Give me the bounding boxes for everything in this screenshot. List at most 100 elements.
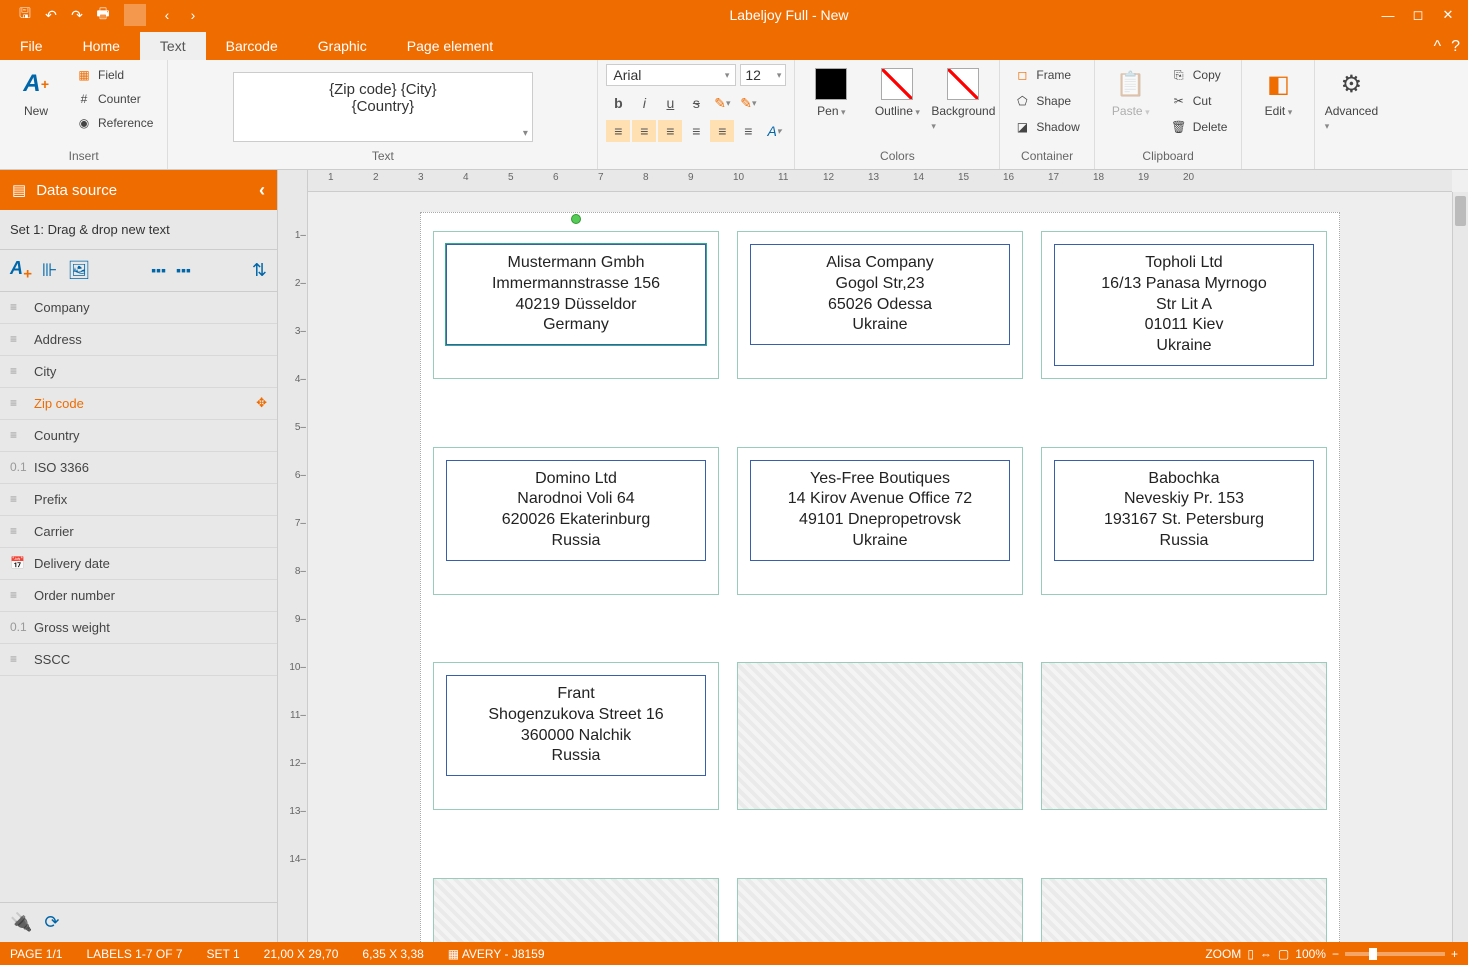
collapse-ribbon-icon[interactable]: ^	[1434, 38, 1442, 56]
vertical-scrollbar[interactable]	[1452, 192, 1468, 942]
text-template-box[interactable]: {Zip code} {City} {Country}	[233, 72, 533, 142]
zoom-slider[interactable]	[1345, 952, 1445, 956]
field-item[interactable]: ≡Order number	[0, 580, 277, 612]
italic-button[interactable]: i	[632, 92, 656, 114]
tool-barcode-icon[interactable]: ⊪	[42, 260, 58, 281]
tool-text-icon[interactable]: A+	[10, 258, 32, 283]
reference-button[interactable]: ◉Reference	[70, 112, 159, 134]
address-box[interactable]: Alisa CompanyGogol Str,2365026 OdessaUkr…	[750, 244, 1010, 345]
tool-sort-icon[interactable]: ⇅	[252, 260, 267, 281]
align-left-button[interactable]: ≡	[606, 120, 630, 142]
label-cell[interactable]: Yes-Free Boutiques14 Kirov Avenue Office…	[737, 447, 1023, 595]
copy-button[interactable]: ⎘Copy	[1165, 64, 1234, 86]
label-cell[interactable]: Alisa CompanyGogol Str,2365026 OdessaUkr…	[737, 231, 1023, 379]
new-text-button[interactable]: A+ New	[8, 64, 64, 122]
scrollbar-thumb[interactable]	[1455, 196, 1466, 226]
counter-button[interactable]: #Counter	[70, 88, 159, 110]
zoom-fit-label-icon[interactable]: ▢	[1278, 947, 1289, 961]
font-family-select[interactable]: Arial▾	[606, 64, 736, 86]
background-color-button[interactable]: Background	[935, 64, 991, 136]
shadow-button[interactable]: ◪Shadow	[1008, 116, 1085, 138]
field-item[interactable]: ≡City	[0, 356, 277, 388]
tab-home[interactable]: Home	[63, 32, 140, 60]
tab-file[interactable]: File	[0, 32, 63, 60]
print-icon[interactable]: 🖶	[92, 4, 114, 26]
close-button[interactable]: ✕	[1434, 4, 1462, 26]
font-color-button[interactable]: ✎	[736, 92, 760, 114]
sidebar-collapse-icon[interactable]: ‹	[259, 180, 265, 201]
help-icon[interactable]: ?	[1451, 38, 1460, 56]
strike-button[interactable]: s	[684, 92, 708, 114]
edit-button[interactable]: ◧Edit	[1250, 64, 1306, 122]
field-item[interactable]: 0.1ISO 3366	[0, 452, 277, 484]
zoom-fit-width-icon[interactable]: ⇔	[1260, 947, 1272, 961]
outline-color-button[interactable]: Outline	[869, 64, 925, 122]
refresh-icon[interactable]: ⟳	[44, 912, 59, 933]
address-box[interactable]: Topholi Ltd16/13 Panasa MyrnogoStr Lit A…	[1054, 244, 1314, 366]
label-cell[interactable]: FrantShogenzukova Street 16360000 Nalchi…	[433, 662, 719, 810]
label-cell[interactable]: Mustermann GmbhImmermannstrasse 15640219…	[433, 231, 719, 379]
align-middle-button[interactable]: ≡	[710, 120, 734, 142]
zoom-slider-knob[interactable]	[1369, 948, 1377, 960]
tab-page-element[interactable]: Page element	[387, 32, 513, 60]
undo-icon[interactable]: ↶	[40, 4, 62, 26]
tab-text[interactable]: Text	[140, 32, 206, 60]
align-right-button[interactable]: ≡	[658, 120, 682, 142]
text-effects-button[interactable]: A	[762, 120, 786, 142]
address-box[interactable]: Domino LtdNarodnoi Voli 64620026 Ekateri…	[446, 460, 706, 561]
shape-button[interactable]: ⬠Shape	[1008, 90, 1085, 112]
bold-button[interactable]: b	[606, 92, 630, 114]
label-cell[interactable]: BabochkaNeveskiy Pr. 153193167 St. Peter…	[1041, 447, 1327, 595]
rotate-handle[interactable]	[571, 214, 581, 224]
align-top-button[interactable]: ≡	[684, 120, 708, 142]
label-cell[interactable]	[433, 878, 719, 943]
field-item[interactable]: ≡Company	[0, 292, 277, 324]
tool-link1-icon[interactable]: ▪▪▪	[151, 262, 166, 278]
save-icon[interactable]: 🖫	[14, 4, 36, 26]
canvas-viewport[interactable]: Mustermann GmbhImmermannstrasse 15640219…	[308, 192, 1452, 942]
advanced-button[interactable]: ⚙Advanced	[1323, 64, 1379, 136]
label-cell[interactable]	[1041, 878, 1327, 943]
delete-button[interactable]: 🗑Delete	[1165, 116, 1234, 138]
next-icon[interactable]: ›	[182, 4, 204, 26]
label-cell[interactable]: Topholi Ltd16/13 Panasa MyrnogoStr Lit A…	[1041, 231, 1327, 379]
font-size-select[interactable]: 12▾	[740, 64, 786, 86]
frame-button[interactable]: ◻Frame	[1008, 64, 1085, 86]
pen-color-button[interactable]: Pen	[803, 64, 859, 122]
field-item[interactable]: ≡Carrier	[0, 516, 277, 548]
field-button[interactable]: ▦Field	[70, 64, 159, 86]
maximize-button[interactable]: ◻	[1404, 4, 1432, 26]
zoom-out-button[interactable]: −	[1332, 947, 1339, 961]
field-item[interactable]: ≡Address	[0, 324, 277, 356]
field-item[interactable]: 📅Delivery date	[0, 548, 277, 580]
address-box[interactable]: BabochkaNeveskiy Pr. 153193167 St. Peter…	[1054, 460, 1314, 561]
redo-icon[interactable]: ↷	[66, 4, 88, 26]
label-cell[interactable]	[1041, 662, 1327, 810]
zoom-in-button[interactable]: +	[1451, 947, 1458, 961]
align-bottom-button[interactable]: ≡	[736, 120, 760, 142]
field-item[interactable]: ≡Zip code✥	[0, 388, 277, 420]
tab-graphic[interactable]: Graphic	[298, 32, 387, 60]
highlight-button[interactable]: ✎	[710, 92, 734, 114]
label-cell[interactable]	[737, 662, 1023, 810]
address-box[interactable]: FrantShogenzukova Street 16360000 Nalchi…	[446, 675, 706, 776]
label-cell[interactable]	[737, 878, 1023, 943]
cut-button[interactable]: ✂Cut	[1165, 90, 1234, 112]
field-item[interactable]: 0.1Gross weight	[0, 612, 277, 644]
prev-icon[interactable]: ‹	[156, 4, 178, 26]
tool-image-icon[interactable]: 🖼	[67, 260, 90, 281]
paste-button[interactable]: 📋Paste	[1103, 64, 1159, 122]
zoom-fit-page-icon[interactable]: ▯	[1247, 947, 1254, 961]
address-box[interactable]: Mustermann GmbhImmermannstrasse 15640219…	[446, 244, 706, 345]
underline-button[interactable]: u	[658, 92, 682, 114]
tool-link2-icon[interactable]: ▪▪▪	[176, 262, 191, 278]
label-cell[interactable]: Domino LtdNarodnoi Voli 64620026 Ekateri…	[433, 447, 719, 595]
field-item[interactable]: ≡Prefix	[0, 484, 277, 516]
field-item[interactable]: ≡SSCC	[0, 644, 277, 676]
address-box[interactable]: Yes-Free Boutiques14 Kirov Avenue Office…	[750, 460, 1010, 561]
tab-barcode[interactable]: Barcode	[206, 32, 298, 60]
field-item[interactable]: ≡Country	[0, 420, 277, 452]
minimize-button[interactable]: —	[1374, 4, 1402, 26]
align-center-button[interactable]: ≡	[632, 120, 656, 142]
plug-icon[interactable]: 🔌	[10, 912, 32, 933]
